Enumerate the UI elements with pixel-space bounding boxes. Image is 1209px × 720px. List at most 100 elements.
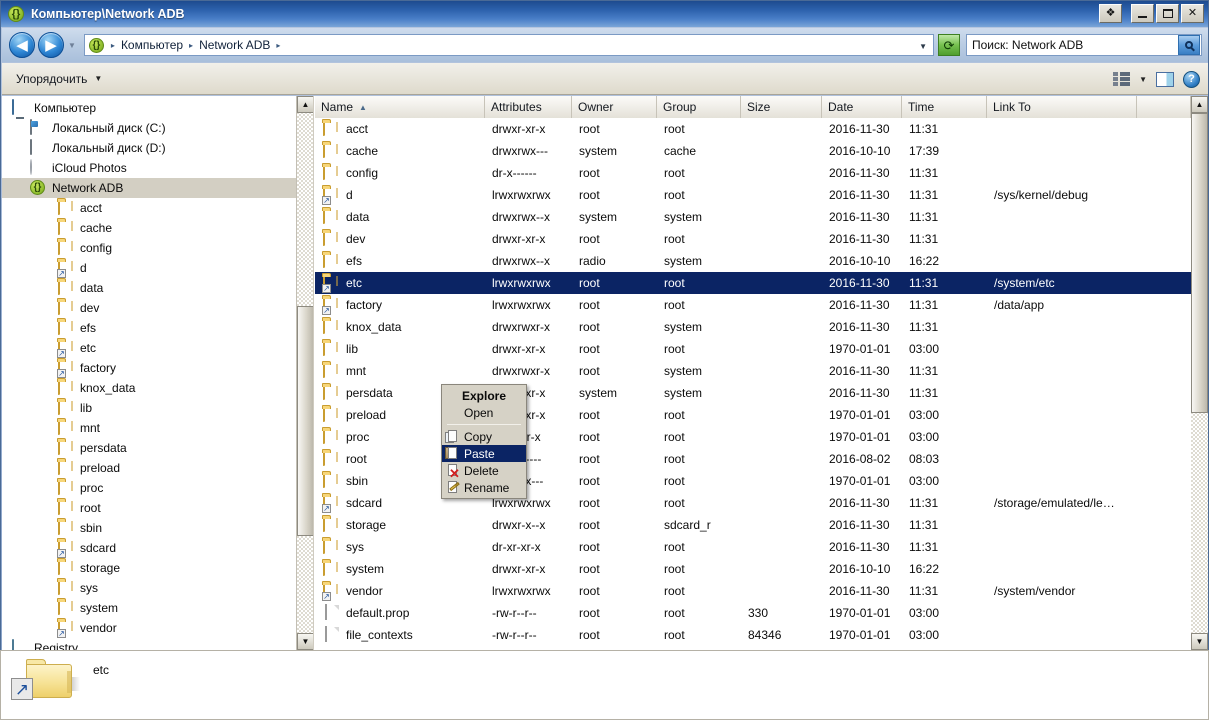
tree-item--[interactable]: Компьютер [2,98,313,118]
address-bar[interactable]: {} ▸ Компьютер ▸ Network ADB ▸ ▼ [84,34,934,56]
table-row[interactable]: devdrwxr-xr-xrootroot2016-11-3011:31 [315,228,1191,250]
tree-item-icloud-photos[interactable]: iCloud Photos [2,158,313,178]
column-header-attributes[interactable]: Attributes [485,96,572,118]
tree-item-sys[interactable]: sys [2,578,313,598]
scroll-down-button[interactable]: ▼ [1191,633,1208,650]
tree-item-vendor[interactable]: ↗vendor [2,618,313,638]
table-row[interactable]: systemdrwxr-xr-xrootroot2016-10-1016:22 [315,558,1191,580]
cell-time: 11:31 [902,228,987,250]
refresh-button[interactable]: ⟳ [938,34,960,56]
scroll-down-button[interactable]: ▼ [297,633,314,650]
menu-item-paste[interactable]: Paste [442,445,526,462]
column-header-owner[interactable]: Owner [572,96,657,118]
close-button[interactable]: ✕ [1181,4,1204,23]
cell-attributes: lrwxrwxrwx [485,294,572,316]
tree-item-storage[interactable]: storage [2,558,313,578]
tree-item-etc[interactable]: ↗etc [2,338,313,358]
tree-item-lib[interactable]: lib [2,398,313,418]
address-dropdown-icon[interactable]: ▼ [919,42,927,51]
menu-item-delete[interactable]: ✕Delete [442,462,526,479]
organize-button[interactable]: Упорядочить ▼ [16,72,102,86]
table-row[interactable]: cachedrwxrwx---systemcache2016-10-1017:3… [315,140,1191,162]
column-header-blank[interactable] [1137,96,1191,118]
column-header-size[interactable]: Size [741,96,822,118]
help-icon[interactable]: ? [1183,71,1200,88]
column-header-name[interactable]: Name▲ [315,96,485,118]
table-row[interactable]: storagedrwxr-x--xrootsdcard_r2016-11-301… [315,514,1191,536]
table-row[interactable]: ↗factorylrwxrwxrwxrootroot2016-11-3011:3… [315,294,1191,316]
restore-down-button[interactable]: ❖ [1099,4,1122,23]
search-box[interactable] [966,34,1202,56]
recent-pages-button[interactable]: ▼ [68,41,76,50]
scroll-up-button[interactable]: ▲ [297,96,314,113]
cell-owner: root [572,426,657,448]
minimize-button[interactable] [1131,4,1154,23]
context-menu[interactable]: ExploreOpen CopyPaste✕DeleteRename [441,384,527,499]
tree-item-mnt[interactable]: mnt [2,418,313,438]
scrollbar-thumb[interactable] [297,306,314,536]
table-row[interactable]: libdrwxr-xr-xrootroot1970-01-0103:00 [315,338,1191,360]
cell-owner: root [572,294,657,316]
cell-name: ↗vendor [315,580,485,602]
tree-item--c-[interactable]: Локальный диск (C:) [2,118,313,138]
column-header-link-to[interactable]: Link To [987,96,1137,118]
tree-item-persdata[interactable]: persdata [2,438,313,458]
column-header-date[interactable]: Date [822,96,902,118]
view-mode-chevron-down-icon[interactable]: ▼ [1139,75,1147,84]
breadcrumb-computer[interactable]: Компьютер [119,38,185,52]
file-list-scrollbar[interactable]: ▲ ▼ [1191,96,1208,650]
table-row[interactable]: datadrwxrwx--xsystemsystem2016-11-3011:3… [315,206,1191,228]
search-button[interactable] [1178,35,1200,55]
column-header-time[interactable]: Time [902,96,987,118]
cell-name: storage [315,514,485,536]
tree-item-dev[interactable]: dev [2,298,313,318]
menu-item-rename[interactable]: Rename [442,479,526,496]
cell-size: 330 [741,602,822,624]
menu-item-copy[interactable]: Copy [442,428,526,445]
tree-item--d-[interactable]: Локальный диск (D:) [2,138,313,158]
table-row[interactable]: ↗etclrwxrwxrwxrootroot2016-11-3011:31/sy… [315,272,1191,294]
table-row[interactable]: knox_datadrwxrwxr-xrootsystem2016-11-301… [315,316,1191,338]
tree-item-network-adb[interactable]: {}Network ADB [2,178,313,198]
maximize-button[interactable] [1156,4,1179,23]
forward-button[interactable]: ▶ [38,32,64,58]
table-row[interactable]: efsdrwxrwx--xradiosystem2016-10-1016:22 [315,250,1191,272]
scrollbar-thumb[interactable] [1191,113,1208,413]
table-row[interactable]: file_contexts-rw-r--r--rootroot843461970… [315,624,1191,646]
breadcrumb-network-adb[interactable]: Network ADB [197,38,272,52]
table-row[interactable]: ↗vendorlrwxrwxrwxrootroot2016-11-3011:31… [315,580,1191,602]
breadcrumb-separator-2[interactable]: ▸ [272,41,284,50]
tree-item-sdcard[interactable]: ↗sdcard [2,538,313,558]
tree-item-factory[interactable]: ↗factory [2,358,313,378]
menu-item-explore[interactable]: Explore [442,387,526,404]
table-row[interactable]: acctdrwxr-xr-xrootroot2016-11-3011:31 [315,118,1191,140]
tree-item-knox-data[interactable]: knox_data [2,378,313,398]
table-row[interactable]: sysdr-xr-xr-xrootroot2016-11-3011:31 [315,536,1191,558]
tree-item-system[interactable]: system [2,598,313,618]
navigation-scrollbar[interactable]: ▲ ▼ [296,96,313,650]
table-row[interactable]: configdr-x------rootroot2016-11-3011:31 [315,162,1191,184]
table-row[interactable]: default.prop-rw-r--r--rootroot3301970-01… [315,602,1191,624]
tree-item-acct[interactable]: acct [2,198,313,218]
tree-item-data[interactable]: data [2,278,313,298]
tree-item-registry[interactable]: Registry [2,638,313,650]
tree-item-preload[interactable]: preload [2,458,313,478]
tree-item-proc[interactable]: proc [2,478,313,498]
view-mode-icon[interactable] [1113,72,1130,86]
table-row[interactable]: ↗dlrwxrwxrwxrootroot2016-11-3011:31/sys/… [315,184,1191,206]
tree-item-efs[interactable]: efs [2,318,313,338]
column-header-group[interactable]: Group [657,96,741,118]
tree-item-cache[interactable]: cache [2,218,313,238]
tree-item-d[interactable]: ↗d [2,258,313,278]
tree-item-config[interactable]: config [2,238,313,258]
tree-item-root[interactable]: root [2,498,313,518]
menu-item-open[interactable]: Open [442,404,526,421]
preview-pane-icon[interactable] [1156,72,1174,87]
breadcrumb-separator-1[interactable]: ▸ [185,41,197,50]
tree-item-sbin[interactable]: sbin [2,518,313,538]
search-input[interactable] [967,37,1178,53]
scroll-up-button[interactable]: ▲ [1191,96,1208,113]
breadcrumb-separator-0[interactable]: ▸ [107,41,119,50]
back-button[interactable]: ◀ [9,32,35,58]
table-row[interactable]: mntdrwxrwxr-xrootsystem2016-11-3011:31 [315,360,1191,382]
